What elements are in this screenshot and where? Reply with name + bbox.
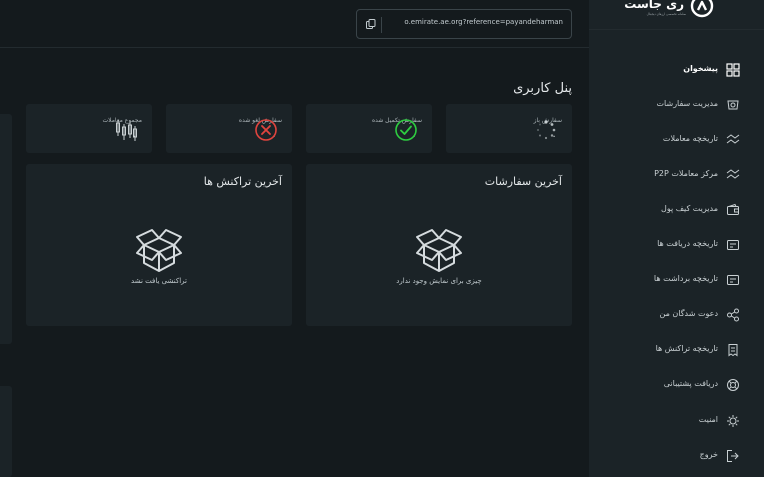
stat-open-orders: سفارش باز ۰	[446, 104, 572, 153]
empty-state-text: تراکنشی یافت نشد	[131, 277, 187, 285]
brand-tagline: سامانه تخصصی ارزهای دیجیتال	[646, 12, 686, 16]
sidebar-item-support[interactable]: دریافت پشتیبانی	[600, 375, 740, 395]
sidebar-item-wallet[interactable]: مدیریت کیف پول	[600, 200, 740, 220]
sidebar-item-label: پیشخوان	[683, 64, 718, 73]
spinner-icon	[537, 120, 556, 140]
invite-icon	[727, 308, 739, 322]
sidebar-item-label: تاریخچه برداشت ها	[653, 274, 718, 283]
sidebar-item-transactions[interactable]: تاریخچه تراکنش ها	[600, 340, 740, 360]
candlestick-icon	[116, 120, 137, 141]
page-title: پنل کاربری	[513, 81, 572, 96]
brand-name: ری جاست	[624, 0, 684, 11]
sidebar-item-p2p[interactable]: مرکز معاملات P2P	[600, 165, 740, 185]
wallet-icon	[727, 203, 739, 215]
empty-box-icon	[136, 229, 182, 272]
dashboard-icon	[726, 63, 740, 77]
sidebar-item-invites[interactable]: دعوت شدگان من	[600, 305, 740, 325]
transactions-icon	[728, 344, 738, 357]
offscreen-panel-edge	[0, 386, 12, 477]
latest-transactions-panel: آخرین تراکنش ها تراکنشی یافت نشد	[26, 164, 292, 326]
empty-box-icon	[416, 229, 462, 272]
sidebar-item-deposits[interactable]: تاریخچه دریافت ها	[600, 235, 740, 255]
main-content: o.emirate.ae.org?reference=payandeharman…	[0, 0, 589, 477]
sidebar-item-label: دعوت شدگان من	[659, 309, 718, 318]
referral-url: o.emirate.ae.org?reference=payandeharman	[404, 18, 563, 26]
sidebar-item-orders[interactable]: مدیریت سفارشات	[600, 95, 740, 115]
sidebar-item-withdrawals[interactable]: تاریخچه برداشت ها	[600, 270, 740, 290]
copy-icon[interactable]	[365, 18, 377, 30]
x-circle-icon	[255, 119, 277, 141]
referral-link-box[interactable]: o.emirate.ae.org?reference=payandeharman	[356, 9, 572, 39]
sidebar-item-label: امنیت	[698, 415, 718, 424]
panel-title: آخرین تراکنش ها	[203, 175, 282, 188]
top-bar: o.emirate.ae.org?reference=payandeharman	[0, 0, 589, 48]
orders-icon	[727, 100, 739, 110]
sidebar-item-label: تاریخچه معاملات	[662, 134, 718, 143]
stat-cancelled-orders: سفارش لغو شده ۰	[166, 104, 292, 153]
sidebar-item-label: مدیریت سفارشات	[656, 99, 718, 108]
divider	[381, 17, 382, 33]
panel-title: آخرین سفارشات	[484, 175, 562, 188]
latest-orders-panel: آخرین سفارشات چیزی برای نمایش وجود ندارد	[306, 164, 572, 326]
stat-completed-orders: سفارش تکمیل شده ۰	[306, 104, 432, 153]
trades-icon	[726, 134, 740, 144]
deposit-icon	[727, 240, 739, 250]
sidebar-item-dashboard[interactable]: پیشخوان	[600, 60, 740, 80]
sidebar: ری جاست سامانه تخصصی ارزهای دیجیتال پیشخ…	[589, 0, 764, 477]
offscreen-panel-edge	[0, 114, 12, 344]
withdraw-icon	[727, 275, 739, 285]
check-circle-icon	[395, 119, 417, 141]
sidebar-item-label: مرکز معاملات P2P	[654, 169, 718, 178]
sidebar-item-label: مدیریت کیف پول	[661, 204, 718, 213]
sidebar-item-label: تاریخچه دریافت ها	[657, 239, 718, 248]
logout-icon	[727, 450, 739, 462]
security-icon	[727, 415, 739, 427]
sidebar-item-security[interactable]: امنیت	[600, 411, 740, 431]
support-icon	[727, 379, 739, 391]
divider	[589, 29, 764, 30]
stat-total-trades: مجموع معاملات ۰	[26, 104, 152, 153]
sidebar-item-label: دریافت پشتیبانی	[663, 379, 718, 388]
sidebar-item-label: خروج	[699, 450, 718, 459]
sidebar-item-logout[interactable]: خروج	[600, 446, 740, 466]
p2p-icon	[726, 169, 740, 179]
sidebar-item-label: تاریخچه تراکنش ها	[655, 344, 718, 353]
brand-logo-icon	[690, 0, 714, 18]
empty-state-text: چیزی برای نمایش وجود ندارد	[396, 277, 482, 285]
sidebar-item-trades[interactable]: تاریخچه معاملات	[600, 130, 740, 150]
